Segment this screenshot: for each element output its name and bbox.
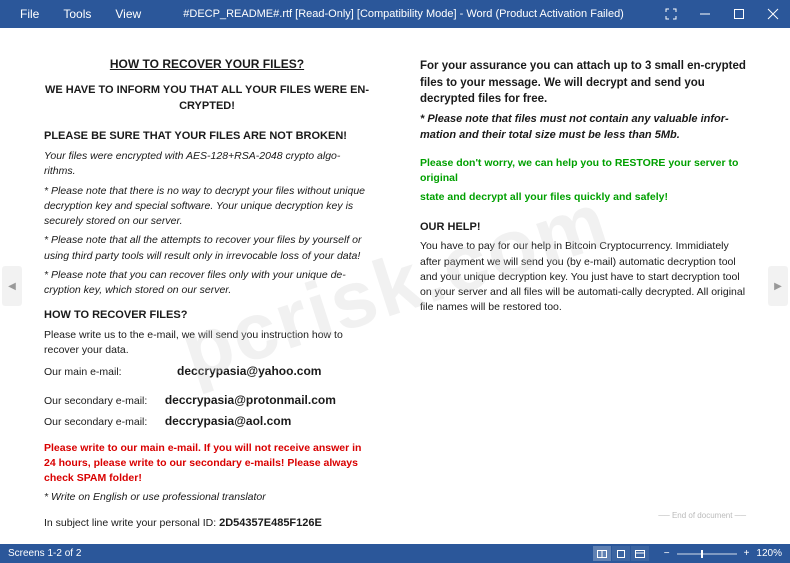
page-1: HOW TO RECOVER YOUR FILES? WE HAVE TO IN… bbox=[26, 36, 388, 536]
sec-email-2: deccrypasia@aol.com bbox=[165, 414, 291, 428]
screen-count[interactable]: Screens 1-2 of 2 bbox=[8, 548, 593, 559]
subject-row: In subject line write your personal ID: … bbox=[44, 516, 370, 532]
ourhelp-title: OUR HELP! bbox=[420, 220, 746, 236]
status-bar: Screens 1-2 of 2 − + 120% bbox=[0, 544, 790, 563]
next-page-button[interactable]: ▶ bbox=[768, 266, 788, 306]
sub-heading: WE HAVE TO INFORM YOU THAT ALL YOUR FILE… bbox=[44, 83, 370, 115]
title-bar: File Tools View #DECP_README#.rtf [Read-… bbox=[0, 0, 790, 28]
green-line-2: state and decrypt all your files quickly… bbox=[420, 190, 746, 205]
page-heading: HOW TO RECOVER YOUR FILES? bbox=[44, 56, 370, 73]
how-title: HOW TO RECOVER FILES? bbox=[44, 308, 370, 324]
document-area: pcrisk.com ◀ ▶ HOW TO RECOVER YOUR FILES… bbox=[0, 28, 790, 544]
main-email-label: Our main e-mail: bbox=[44, 366, 122, 378]
subject-label: In subject line write your personal ID: bbox=[44, 517, 219, 529]
menu-file[interactable]: File bbox=[8, 3, 51, 25]
pages-container: HOW TO RECOVER YOUR FILES? WE HAVE TO IN… bbox=[0, 28, 790, 544]
sec-email-row-2: Our secondary e-mail: deccrypasia@aol.co… bbox=[44, 413, 370, 430]
note-2: * Please note that all the attempts to r… bbox=[44, 233, 370, 263]
main-email: deccrypasia@yahoo.com bbox=[177, 364, 321, 378]
window-title: #DECP_README#.rtf [Read-Only] [Compatibi… bbox=[153, 8, 654, 20]
zoom-slider[interactable] bbox=[677, 553, 737, 555]
maximize-button[interactable] bbox=[722, 0, 756, 28]
main-email-row: Our main e-mail: deccrypasia@yahoo.com bbox=[44, 363, 370, 380]
page-2: For your assurance you can attach up to … bbox=[402, 36, 764, 536]
green-line-1: Please don't worry, we can help you to R… bbox=[420, 156, 746, 186]
zoom-out-button[interactable]: − bbox=[661, 548, 673, 559]
menu-view[interactable]: View bbox=[103, 3, 153, 25]
encrypted-line: Your files were encrypted with AES-128+R… bbox=[44, 149, 370, 179]
sec-email-1: deccrypasia@protonmail.com bbox=[165, 393, 336, 407]
full-screen-button[interactable] bbox=[654, 0, 688, 28]
zoom-control: − + 120% bbox=[661, 548, 782, 559]
view-mode-buttons bbox=[593, 546, 649, 561]
print-layout-button[interactable] bbox=[612, 546, 630, 561]
note-1: * Please note that there is no way to de… bbox=[44, 184, 370, 230]
zoom-in-button[interactable]: + bbox=[741, 548, 753, 559]
assurance-text: For your assurance you can attach up to … bbox=[420, 58, 746, 108]
red-warning: Please write to our main e-mail. If you … bbox=[44, 441, 370, 487]
translator-note: * Write on English or use professional t… bbox=[44, 490, 370, 505]
zoom-percent[interactable]: 120% bbox=[756, 548, 782, 559]
read-mode-button[interactable] bbox=[593, 546, 611, 561]
ourhelp-body: You have to pay for our help in Bitcoin … bbox=[420, 239, 746, 315]
sec-email-label-2: Our secondary e-mail: bbox=[44, 416, 147, 428]
end-of-document: ── End of document ── bbox=[658, 510, 746, 522]
how-body: Please write us to the e-mail, we will s… bbox=[44, 328, 370, 358]
menu-tools[interactable]: Tools bbox=[51, 3, 103, 25]
prev-page-button[interactable]: ◀ bbox=[2, 266, 22, 306]
window-controls bbox=[654, 0, 790, 28]
warn-title: PLEASE BE SURE THAT YOUR FILES ARE NOT B… bbox=[44, 129, 370, 145]
status-right: − + 120% bbox=[593, 546, 782, 561]
note-3: * Please note that you can recover files… bbox=[44, 268, 370, 298]
close-button[interactable] bbox=[756, 0, 790, 28]
sec-email-label-1: Our secondary e-mail: bbox=[44, 395, 147, 407]
assurance-note: * Please note that files must not contai… bbox=[420, 112, 746, 144]
sec-email-row-1: Our secondary e-mail: deccrypasia@proton… bbox=[44, 392, 370, 409]
personal-id: 2D54357E485F126E bbox=[219, 517, 322, 529]
minimize-button[interactable] bbox=[688, 0, 722, 28]
menu-bar: File Tools View bbox=[0, 3, 153, 25]
web-layout-button[interactable] bbox=[631, 546, 649, 561]
